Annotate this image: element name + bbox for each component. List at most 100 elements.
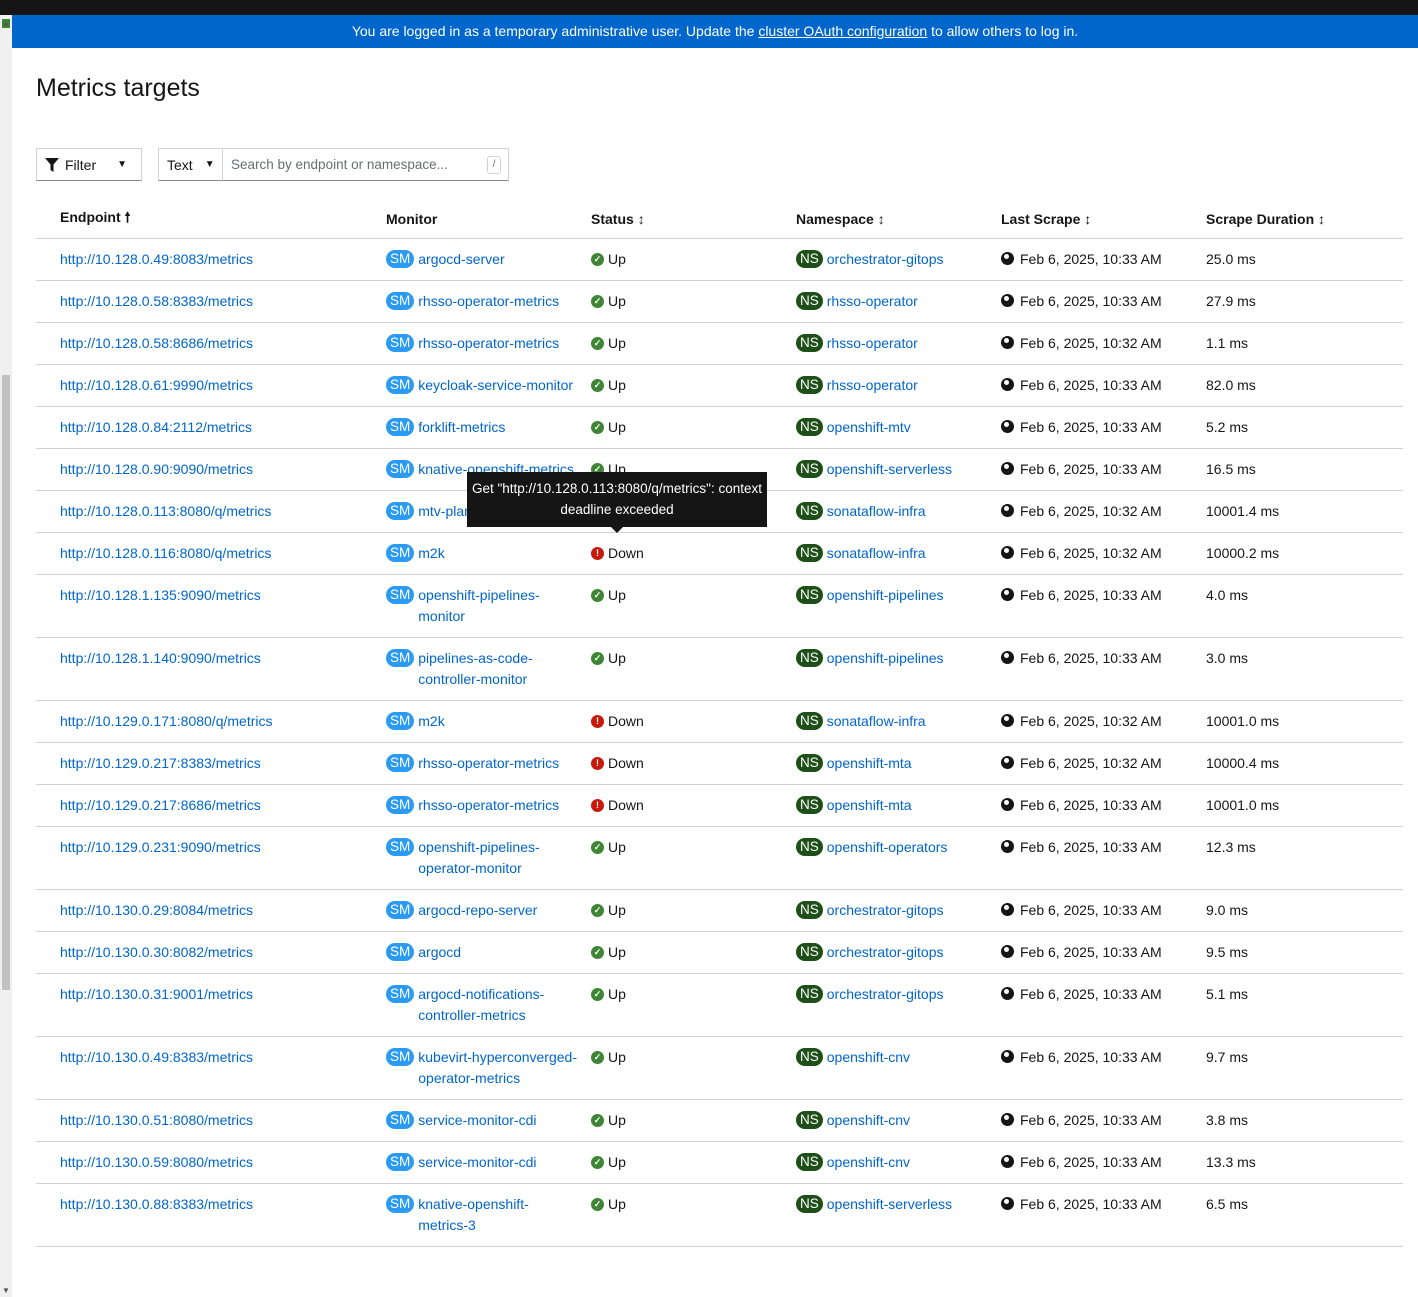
namespace-link[interactable]: openshift-cnv (827, 1110, 910, 1131)
endpoint-link[interactable]: http://10.128.0.90:9090/metrics (60, 461, 253, 477)
namespace-cell: NS orchestrator-gitops (796, 931, 1001, 974)
endpoint-link[interactable]: http://10.130.0.59:8080/metrics (60, 1154, 253, 1170)
namespace-link[interactable]: openshift-serverless (827, 1194, 952, 1215)
globe-icon (1001, 650, 1014, 664)
monitor-link[interactable]: argocd-server (418, 249, 504, 270)
monitor-link[interactable]: openshift-pipelines-operator-monitor (418, 837, 578, 879)
monitor-link[interactable]: mtv-plan (418, 501, 472, 522)
monitor-link[interactable]: rhsso-operator-metrics (418, 291, 559, 312)
check-circle-icon: ✓ (591, 1155, 604, 1169)
last-scrape-text: Feb 6, 2025, 10:33 AM (1020, 376, 1162, 393)
namespace-link[interactable]: rhsso-operator (827, 375, 918, 396)
globe-icon (1001, 503, 1014, 517)
monitor-link[interactable]: service-monitor-cdi (418, 1110, 536, 1131)
filter-type-select[interactable]: Text ▼ (158, 148, 223, 181)
monitor-link[interactable]: knative-openshift-metrics-3 (418, 1194, 578, 1236)
namespace-link[interactable]: openshift-pipelines (827, 648, 944, 669)
oauth-config-link[interactable]: cluster OAuth configuration (758, 23, 927, 39)
namespace-link[interactable]: openshift-cnv (827, 1047, 910, 1068)
monitor-link[interactable]: argocd-notifications-controller-metrics (418, 984, 578, 1026)
scroll-up-icon[interactable]: ▲ (2, 19, 10, 28)
endpoint-link[interactable]: http://10.130.0.29:8084/metrics (60, 902, 253, 918)
endpoint-link[interactable]: http://10.128.0.113:8080/q/metrics (60, 503, 271, 519)
namespace-link[interactable]: orchestrator-gitops (827, 942, 944, 963)
sort-ascending-icon: 🠕 (124, 208, 131, 225)
status-cell: ✓ Up (591, 1099, 796, 1142)
column-header-scrape-duration[interactable]: Scrape Duration ↕ (1206, 200, 1403, 239)
namespace-link[interactable]: openshift-serverless (827, 459, 952, 480)
endpoint-link[interactable]: http://10.128.0.49:8083/metrics (60, 251, 253, 267)
endpoint-link[interactable]: http://10.128.0.58:8383/metrics (60, 293, 253, 309)
monitor-link[interactable]: keycloak-service-monitor (418, 375, 573, 396)
namespace-link[interactable]: openshift-mta (827, 753, 912, 774)
monitor-link[interactable]: openshift-pipelines-monitor (418, 585, 578, 627)
globe-icon (1001, 335, 1014, 349)
namespace-link[interactable]: sonataflow-infra (827, 501, 926, 522)
endpoint-link[interactable]: http://10.128.0.84:2112/metrics (60, 419, 252, 435)
table-row: http://10.128.1.140:9090/metrics SM pipel… (36, 637, 1403, 701)
monitor-link[interactable]: rhsso-operator-metrics (418, 753, 559, 774)
monitor-link[interactable]: argocd (418, 942, 461, 963)
temp-admin-banner: You are logged in as a temporary adminis… (12, 15, 1418, 48)
endpoint-link[interactable]: http://10.130.0.51:8080/metrics (60, 1112, 253, 1128)
namespace-badge: NS (796, 984, 823, 1003)
namespace-link[interactable]: openshift-mtv (827, 417, 911, 438)
endpoint-link[interactable]: http://10.128.1.140:9090/metrics (60, 650, 261, 666)
status-cell: ! Down (591, 742, 796, 785)
status-text[interactable]: Down (608, 753, 644, 774)
endpoint-link[interactable]: http://10.128.0.116:8080/q/metrics (60, 545, 271, 561)
status-text: Up (608, 943, 626, 960)
globe-icon (1001, 1196, 1014, 1210)
endpoint-link[interactable]: http://10.130.0.30:8082/metrics (60, 944, 253, 960)
monitor-link[interactable]: rhsso-operator-metrics (418, 795, 559, 816)
endpoint-link[interactable]: http://10.130.0.31:9001/metrics (60, 986, 253, 1002)
namespace-link[interactable]: openshift-pipelines (827, 585, 944, 606)
endpoint-link[interactable]: http://10.130.0.49:8383/metrics (60, 1049, 253, 1065)
namespace-link[interactable]: rhsso-operator (827, 291, 918, 312)
monitor-link[interactable]: service-monitor-cdi (418, 1152, 536, 1173)
monitor-link[interactable]: m2k (418, 543, 444, 564)
namespace-link[interactable]: sonataflow-infra (827, 543, 926, 564)
scrollbar[interactable]: ▲ ▼ (0, 15, 12, 1297)
endpoint-link[interactable]: http://10.128.1.135:9090/metrics (60, 587, 261, 603)
status-text[interactable]: Down (608, 795, 644, 816)
status-text[interactable]: Down (608, 543, 644, 564)
namespace-link[interactable]: orchestrator-gitops (827, 984, 944, 1005)
endpoint-link[interactable]: http://10.129.0.171:8080/q/metrics (60, 713, 272, 729)
table-row: http://10.130.0.30:8082/metrics SM argocd… (36, 931, 1403, 974)
monitor-link[interactable]: forklift-metrics (418, 417, 505, 438)
namespace-link[interactable]: openshift-operators (827, 837, 948, 858)
status-cell: ✓ Up (591, 322, 796, 365)
namespace-link[interactable]: sonataflow-infra (827, 711, 926, 732)
namespace-link[interactable]: rhsso-operator (827, 333, 918, 354)
monitor-link[interactable]: kubevirt-hyperconverged-operator-metrics (418, 1047, 578, 1089)
column-header-last-scrape[interactable]: Last Scrape ↕ (1001, 200, 1206, 239)
scroll-down-icon[interactable]: ▼ (2, 1286, 10, 1295)
monitor-link[interactable]: m2k (418, 711, 444, 732)
search-input[interactable]: Search by endpoint or namespace... / (223, 148, 509, 181)
endpoint-link[interactable]: http://10.129.0.217:8383/metrics (60, 755, 261, 771)
table-row: http://10.128.0.116:8080/q/metrics SM m2k… (36, 532, 1403, 575)
column-header-namespace[interactable]: Namespace ↕ (796, 200, 1001, 239)
endpoint-link[interactable]: http://10.130.0.88:8383/metrics (60, 1196, 253, 1212)
endpoint-link[interactable]: http://10.128.0.61:9990/metrics (60, 377, 253, 393)
table-row: http://10.128.0.58:8383/metrics SM rhsso-… (36, 280, 1403, 323)
scrollbar-thumb[interactable] (2, 375, 10, 990)
column-header-status[interactable]: Status ↕ (591, 200, 796, 239)
namespace-link[interactable]: orchestrator-gitops (827, 900, 944, 921)
status-cell: ✓ Up (591, 364, 796, 407)
namespace-link[interactable]: orchestrator-gitops (827, 249, 944, 270)
namespace-link[interactable]: openshift-mta (827, 795, 912, 816)
monitor-cell: SM openshift-pipelines-monitor (386, 574, 591, 638)
monitor-link[interactable]: argocd-repo-server (418, 900, 537, 921)
endpoint-link[interactable]: http://10.129.0.231:9090/metrics (60, 839, 261, 855)
monitor-link[interactable]: rhsso-operator-metrics (418, 333, 559, 354)
endpoint-link[interactable]: http://10.129.0.217:8686/metrics (60, 797, 261, 813)
filter-dropdown[interactable]: Filter ▼ (36, 148, 142, 181)
status-text[interactable]: Down (608, 711, 644, 732)
endpoint-link[interactable]: http://10.128.0.58:8686/metrics (60, 335, 253, 351)
column-header-endpoint[interactable]: Endpoint 🠕 (36, 200, 386, 239)
last-scrape-cell: Feb 6, 2025, 10:32 AM (1001, 700, 1206, 743)
monitor-link[interactable]: pipelines-as-code-controller-monitor (418, 648, 578, 690)
namespace-link[interactable]: openshift-cnv (827, 1152, 910, 1173)
